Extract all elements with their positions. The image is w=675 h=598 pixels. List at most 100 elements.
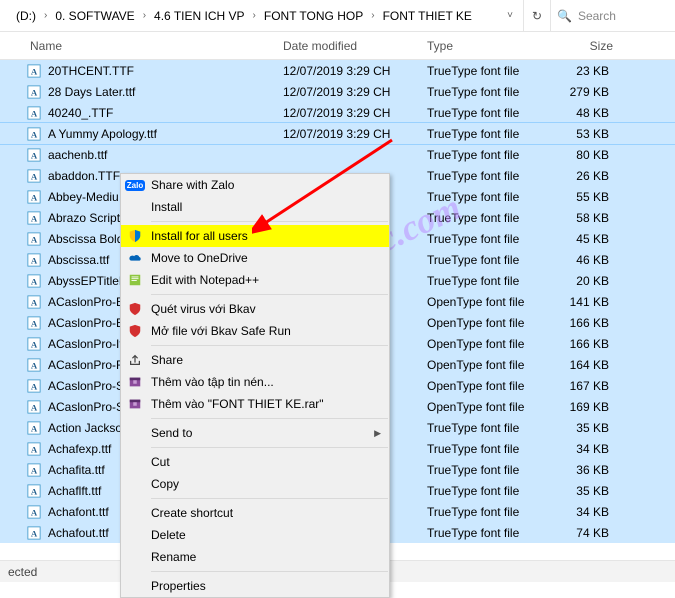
file-size: 74 KB bbox=[547, 526, 615, 540]
file-size: 166 KB bbox=[547, 316, 615, 330]
file-row[interactable]: AA Yummy Apology.ttf12/07/2019 3:29 CHTr… bbox=[0, 123, 675, 144]
svg-text:A: A bbox=[31, 486, 38, 496]
menu-item-label: Copy bbox=[151, 477, 179, 491]
file-size: 20 KB bbox=[547, 274, 615, 288]
file-size: 48 KB bbox=[547, 106, 615, 120]
file-type: TrueType font file bbox=[427, 526, 547, 540]
menu-item[interactable]: Delete bbox=[121, 524, 389, 546]
menu-item[interactable]: Thêm vào tập tin nén... bbox=[121, 371, 389, 393]
font-file-icon: A bbox=[26, 63, 42, 79]
menu-item[interactable]: Cut bbox=[121, 451, 389, 473]
svg-text:A: A bbox=[31, 66, 38, 76]
font-file-icon: A bbox=[26, 147, 42, 163]
menu-item[interactable]: Move to OneDrive bbox=[121, 247, 389, 269]
menu-item[interactable]: Quét virus với Bkav bbox=[121, 298, 389, 320]
font-file-icon: A bbox=[26, 336, 42, 352]
file-date: 12/07/2019 3:29 CH bbox=[283, 85, 427, 99]
svg-text:A: A bbox=[31, 255, 38, 265]
file-row[interactable]: A20THCENT.TTF12/07/2019 3:29 CHTrueType … bbox=[0, 60, 675, 81]
file-name: aachenb.ttf bbox=[48, 148, 283, 162]
menu-item[interactable]: Rename bbox=[121, 546, 389, 568]
font-file-icon: A bbox=[26, 378, 42, 394]
file-type: TrueType font file bbox=[427, 442, 547, 456]
svg-text:A: A bbox=[31, 339, 38, 349]
file-type: TrueType font file bbox=[427, 484, 547, 498]
menu-item[interactable]: Properties bbox=[121, 575, 389, 597]
menu-item[interactable]: Send to▶ bbox=[121, 422, 389, 444]
file-row[interactable]: Aaachenb.ttfTrueType font file80 KB bbox=[0, 144, 675, 165]
file-type: TrueType font file bbox=[427, 274, 547, 288]
svg-text:A: A bbox=[31, 381, 38, 391]
file-size: 169 KB bbox=[547, 400, 615, 414]
search-input[interactable]: 🔍 Search bbox=[551, 9, 671, 23]
menu-item-label: Quét virus với Bkav bbox=[151, 302, 256, 316]
file-size: 34 KB bbox=[547, 505, 615, 519]
font-file-icon: A bbox=[26, 126, 42, 142]
file-type: OpenType font file bbox=[427, 400, 547, 414]
notepad-icon bbox=[127, 272, 143, 288]
breadcrumb-item[interactable]: FONT THIET KE bbox=[377, 5, 478, 27]
font-file-icon: A bbox=[26, 315, 42, 331]
menu-item[interactable]: Share bbox=[121, 349, 389, 371]
menu-item[interactable]: Install bbox=[121, 196, 389, 218]
menu-separator bbox=[151, 345, 388, 346]
menu-item-label: Install bbox=[151, 200, 182, 214]
file-size: 53 KB bbox=[547, 127, 615, 141]
column-header-type[interactable]: Type bbox=[427, 39, 547, 53]
file-size: 167 KB bbox=[547, 379, 615, 393]
file-type: OpenType font file bbox=[427, 316, 547, 330]
font-file-icon: A bbox=[26, 273, 42, 289]
file-type: TrueType font file bbox=[427, 421, 547, 435]
breadcrumb: (D:)› 0. SOFTWAVE› 4.6 TIEN ICH VP› FONT… bbox=[4, 5, 497, 27]
file-size: 36 KB bbox=[547, 463, 615, 477]
search-placeholder: Search bbox=[578, 9, 616, 23]
file-row[interactable]: A28 Days Later.ttf12/07/2019 3:29 CHTrue… bbox=[0, 81, 675, 102]
breadcrumb-item[interactable]: (D:) bbox=[10, 5, 42, 27]
winrar-icon bbox=[127, 396, 143, 412]
svg-text:A: A bbox=[31, 213, 38, 223]
menu-item[interactable]: Install for all users bbox=[121, 225, 389, 247]
refresh-icon[interactable]: ↻ bbox=[524, 3, 550, 29]
svg-text:A: A bbox=[31, 297, 38, 307]
file-type: TrueType font file bbox=[427, 505, 547, 519]
svg-text:A: A bbox=[31, 444, 38, 454]
file-size: 26 KB bbox=[547, 169, 615, 183]
file-date: 12/07/2019 3:29 CH bbox=[283, 106, 427, 120]
menu-item[interactable]: ZaloShare with Zalo bbox=[121, 174, 389, 196]
font-file-icon: A bbox=[26, 294, 42, 310]
search-icon: 🔍 bbox=[551, 9, 578, 23]
svg-text:A: A bbox=[31, 150, 38, 160]
font-file-icon: A bbox=[26, 168, 42, 184]
menu-item-label: Cut bbox=[151, 455, 170, 469]
menu-item[interactable]: Edit with Notepad++ bbox=[121, 269, 389, 291]
font-file-icon: A bbox=[26, 105, 42, 121]
menu-item[interactable]: Create shortcut bbox=[121, 502, 389, 524]
history-dropdown[interactable]: ˅ bbox=[497, 4, 523, 27]
menu-separator bbox=[151, 418, 388, 419]
breadcrumb-item[interactable]: 4.6 TIEN ICH VP bbox=[148, 5, 250, 27]
file-type: TrueType font file bbox=[427, 232, 547, 246]
menu-item[interactable]: Copy bbox=[121, 473, 389, 495]
menu-item-label: Properties bbox=[151, 579, 206, 593]
menu-item[interactable]: Thêm vào "FONT THIET KE.rar" bbox=[121, 393, 389, 415]
file-row[interactable]: A40240_.TTF12/07/2019 3:29 CHTrueType fo… bbox=[0, 102, 675, 123]
column-header-size[interactable]: Size bbox=[547, 39, 643, 53]
bkav-icon bbox=[127, 301, 143, 317]
column-header-name[interactable]: Name bbox=[0, 39, 283, 53]
onedrive-icon bbox=[127, 250, 143, 266]
column-headers: Name Date modified Type Size bbox=[0, 32, 675, 60]
breadcrumb-item[interactable]: FONT TONG HOP bbox=[258, 5, 369, 27]
file-type: TrueType font file bbox=[427, 148, 547, 162]
menu-item-label: Thêm vào tập tin nén... bbox=[151, 375, 274, 389]
file-date: 12/07/2019 3:29 CH bbox=[283, 127, 427, 141]
chevron-right-icon: ▶ bbox=[374, 428, 381, 439]
menu-item[interactable]: Mở file với Bkav Safe Run bbox=[121, 320, 389, 342]
font-file-icon: A bbox=[26, 210, 42, 226]
svg-text:A: A bbox=[31, 87, 38, 97]
svg-text:A: A bbox=[31, 423, 38, 433]
file-date: 12/07/2019 3:29 CH bbox=[283, 64, 427, 78]
column-header-date[interactable]: Date modified bbox=[283, 39, 427, 53]
breadcrumb-item[interactable]: 0. SOFTWAVE bbox=[49, 5, 140, 27]
font-file-icon: A bbox=[26, 357, 42, 373]
file-type: TrueType font file bbox=[427, 127, 547, 141]
